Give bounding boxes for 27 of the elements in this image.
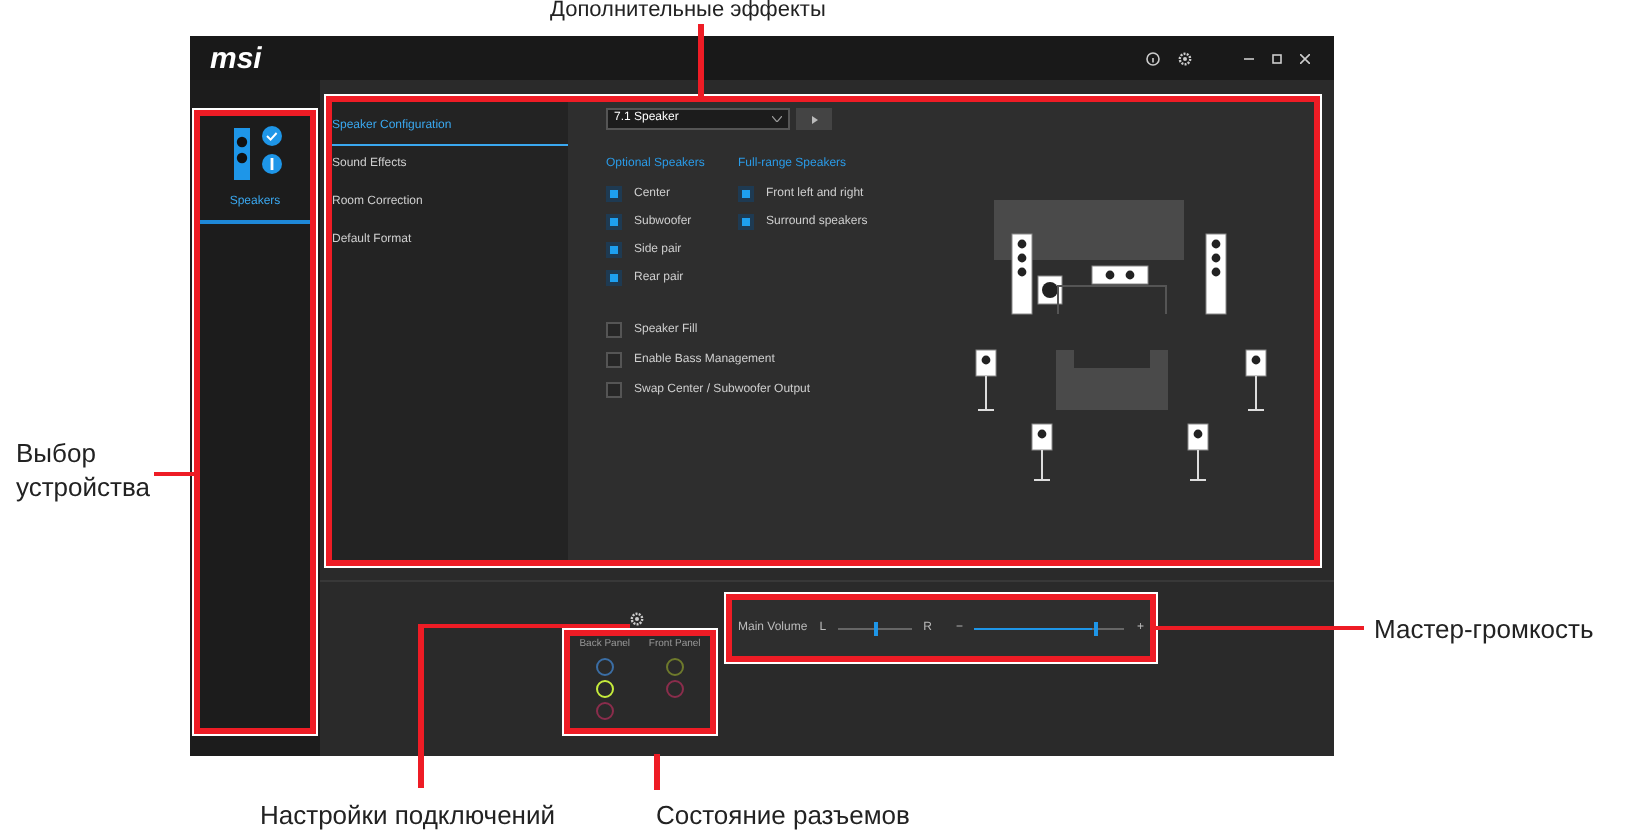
checkbox[interactable] (738, 186, 754, 202)
checkbox[interactable] (606, 270, 622, 286)
play-icon (811, 115, 817, 123)
callout-text: Состояние разъемов (656, 798, 910, 830)
leader-line (654, 754, 660, 790)
callout-text: Выбор устройства (16, 436, 152, 504)
chevron-icon (772, 116, 782, 122)
info-icon[interactable] (1146, 51, 1160, 65)
play-button[interactable] (796, 108, 832, 130)
checkbox[interactable] (606, 322, 622, 338)
settings-icon[interactable] (1178, 51, 1192, 65)
callout-text: Дополнительные эффекты (550, 0, 826, 22)
maximize-icon[interactable] (1272, 53, 1282, 63)
slider-thumb[interactable] (874, 621, 879, 635)
callout-text: Настройки подключений (260, 798, 556, 830)
checkbox[interactable] (606, 382, 622, 398)
minimize-icon[interactable] (1244, 53, 1254, 63)
slider-thumb[interactable] (1093, 621, 1098, 635)
logo: msi (210, 43, 262, 73)
settings-icon[interactable] (630, 612, 644, 626)
callout-text: Мастер-громкость (1374, 612, 1594, 648)
checkbox[interactable] (606, 352, 622, 368)
checkbox[interactable] (738, 214, 754, 230)
checkbox[interactable] (606, 242, 622, 258)
checkbox[interactable] (606, 214, 622, 230)
checkbox[interactable] (606, 186, 622, 202)
close-icon[interactable] (1300, 53, 1310, 63)
